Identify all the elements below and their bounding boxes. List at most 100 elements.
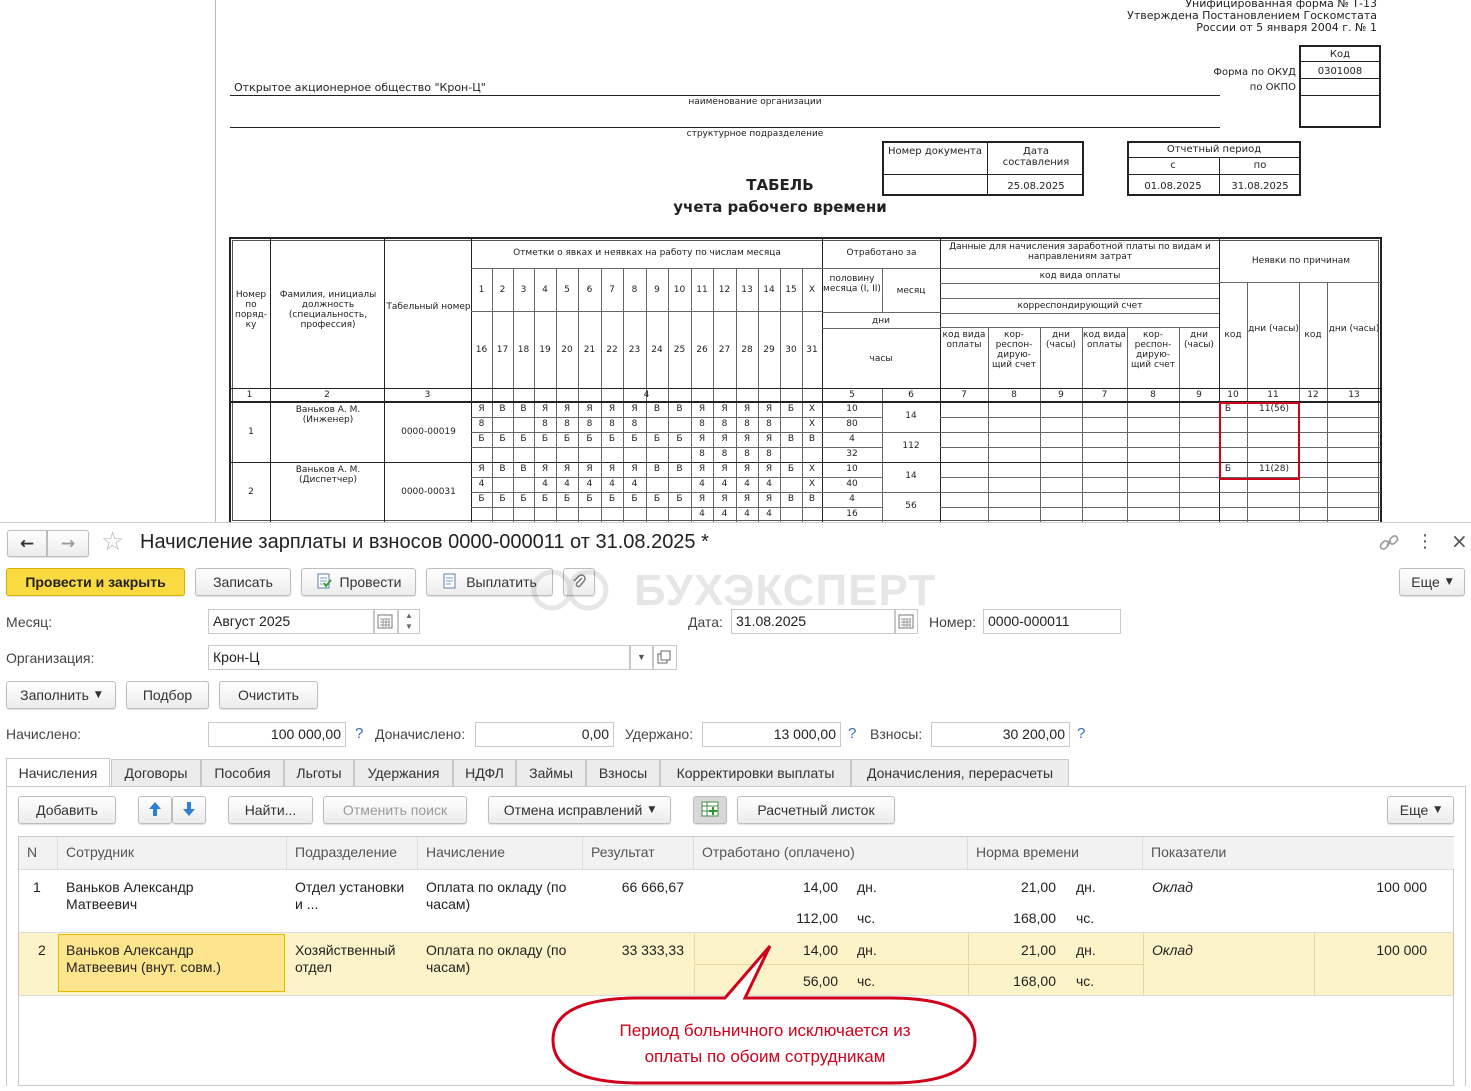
pick-button[interactable]: Подбор <box>126 681 209 709</box>
tab-0[interactable]: Начисления <box>6 758 110 787</box>
col-header-employee[interactable]: Сотрудник <box>58 837 287 869</box>
day-number: 11 <box>696 285 708 295</box>
date-input[interactable]: 31.08.2025 <box>731 609 895 634</box>
indicator-value[interactable]: 100 000 <box>1319 879 1427 896</box>
period-from-label: с <box>1170 160 1176 171</box>
col-header-result[interactable]: Результат <box>583 837 694 869</box>
timesheet-document: Унифицированная форма № Т-13 Утверждена … <box>0 0 1471 522</box>
payslip-button[interactable]: Расчетный листок <box>737 796 895 824</box>
mark-cell: Б <box>586 494 593 504</box>
mark-cell: Я <box>608 464 616 474</box>
additional-label: Доначислено: <box>375 726 466 742</box>
cancel-corrections-button[interactable]: Отмена исправлений ▼ <box>488 796 671 824</box>
cancel-search-button[interactable]: Отменить поиск <box>323 796 467 824</box>
day-number: 2 <box>499 285 506 295</box>
step-down-icon[interactable]: ▼ <box>399 621 419 632</box>
organization-input[interactable]: Крон-Ц <box>208 645 630 670</box>
mark-cell: Б <box>563 434 571 444</box>
tab-3[interactable]: Льготы <box>284 759 354 786</box>
col-header-indicators[interactable]: Показатели <box>1143 837 1454 869</box>
tab-4[interactable]: Удержания <box>354 759 453 786</box>
add-row-button[interactable]: Добавить <box>18 796 116 824</box>
department-cell[interactable]: Хозяйственный отдел <box>295 942 413 976</box>
month-calendar-button[interactable] <box>374 609 398 634</box>
table-more-button[interactable]: Еще ▼ <box>1387 796 1454 824</box>
column-number: 1 <box>246 390 253 400</box>
col-header-department[interactable]: Подразделение <box>287 837 418 869</box>
unified-line-3: России от 5 января 2004 г. № 1 <box>1196 21 1377 34</box>
day-number: 5 <box>564 285 570 295</box>
column-number: 3 <box>424 390 431 400</box>
organization-open-button[interactable] <box>653 645 677 670</box>
tab-2[interactable]: Пособия <box>201 759 284 786</box>
column-number: 13 <box>1348 390 1360 400</box>
worked-hours-cell[interactable]: 112,00 <box>694 910 838 927</box>
more-button[interactable]: Еще ▼ <box>1399 568 1465 596</box>
back-button[interactable]: ← <box>7 530 47 557</box>
callout-annotation: Период больничного исключается из оплаты… <box>545 938 985 1088</box>
tab-1[interactable]: Договоры <box>111 759 201 786</box>
indicator-value[interactable]: 100 000 <box>1319 942 1427 959</box>
tab-5[interactable]: НДФЛ <box>453 759 516 786</box>
month-stepper[interactable]: ▲ ▼ <box>398 609 420 634</box>
mark-cell: 4 <box>586 479 593 489</box>
clear-button[interactable]: Очистить <box>219 681 318 709</box>
department-cell[interactable]: Отдел установки и ... <box>295 879 413 913</box>
mark-cell: Я <box>743 464 751 474</box>
withheld-help-icon[interactable]: ? <box>848 725 856 742</box>
find-button[interactable]: Найти... <box>228 796 313 824</box>
norm-days-cell[interactable]: 21,00 <box>968 879 1056 896</box>
day-number: 1 <box>478 285 485 295</box>
more-vertical-icon[interactable]: ⋮ <box>1416 531 1434 552</box>
mark-cell: Б <box>653 434 661 444</box>
save-button[interactable]: Записать <box>195 568 291 596</box>
col-header-norm[interactable]: Норма времени <box>968 837 1143 869</box>
show-details-toggle[interactable] <box>693 796 727 824</box>
accrual-cell[interactable]: Оплата по окладу (по часам) <box>426 879 576 913</box>
fill-button[interactable]: Заполнить ▼ <box>6 681 116 709</box>
mark-cell: Х <box>808 419 816 429</box>
norm-hours-cell[interactable]: 168,00 <box>968 910 1056 927</box>
mark-cell: 4 <box>699 479 705 489</box>
col-header-n[interactable]: N <box>19 837 58 869</box>
period-to-label: по <box>1253 160 1267 171</box>
tab-9[interactable]: Доначисления, перерасчеты <box>851 759 1069 786</box>
mark-cell: В <box>653 464 661 474</box>
post-and-close-button[interactable]: Провести и закрыть <box>6 568 185 596</box>
post-button[interactable]: Провести <box>301 568 416 596</box>
move-down-button[interactable] <box>172 796 206 824</box>
month-input[interactable]: Август 2025 <box>208 609 374 634</box>
table-row[interactable]: 1 Ваньков Александр Матвеевич Отдел уста… <box>19 870 1453 932</box>
organization-dropdown[interactable]: ▼ <box>630 645 653 670</box>
close-icon[interactable]: × <box>1451 529 1468 553</box>
number-input[interactable]: 0000-000011 <box>983 609 1121 634</box>
forward-button[interactable]: → <box>47 530 89 557</box>
worked-days-cell[interactable]: 14,00 <box>694 879 838 896</box>
header-absence: Неявки по причинам <box>1251 256 1351 266</box>
row-number: 1 <box>33 879 41 895</box>
date-calendar-button[interactable] <box>895 609 918 634</box>
tab-6[interactable]: Займы <box>516 759 586 786</box>
unified-form-note: Унифицированная форма № Т-13 Утверждена … <box>1100 0 1377 34</box>
move-up-button[interactable] <box>138 796 172 824</box>
col-header-worked[interactable]: Отработано (оплачено) <box>694 837 968 869</box>
link-icon[interactable] <box>1378 533 1402 553</box>
org-caption: наименование организации <box>688 97 822 107</box>
org-name-text: Открытое акционерное общество "Крон-Ц" <box>234 81 486 94</box>
accrued-value: 100 000,00 <box>208 722 346 747</box>
header-corr-account: корреспондирующий счет <box>1017 301 1143 311</box>
mark-cell: В <box>808 434 816 444</box>
contributions-help-icon[interactable]: ? <box>1077 725 1085 742</box>
row-number: 2 <box>38 942 46 958</box>
dropdown-arrow-icon: ▼ <box>94 690 102 700</box>
employee-cell[interactable]: Ваньков Александр Матвеевич (внут. совм.… <box>66 942 266 976</box>
accrued-help-icon[interactable]: ? <box>355 725 363 742</box>
result-cell[interactable]: 66 666,67 <box>583 879 684 896</box>
tab-7[interactable]: Взносы <box>586 759 660 786</box>
header-tab-number: Табельный номер <box>386 302 471 312</box>
col-header-accrual[interactable]: Начисление <box>418 837 583 869</box>
tab-8[interactable]: Корректировки выплаты <box>660 759 851 786</box>
favorite-star-icon[interactable]: ☆ <box>101 527 124 557</box>
step-up-icon[interactable]: ▲ <box>399 610 419 621</box>
employee-cell[interactable]: Ваньков Александр Матвеевич <box>66 879 256 913</box>
